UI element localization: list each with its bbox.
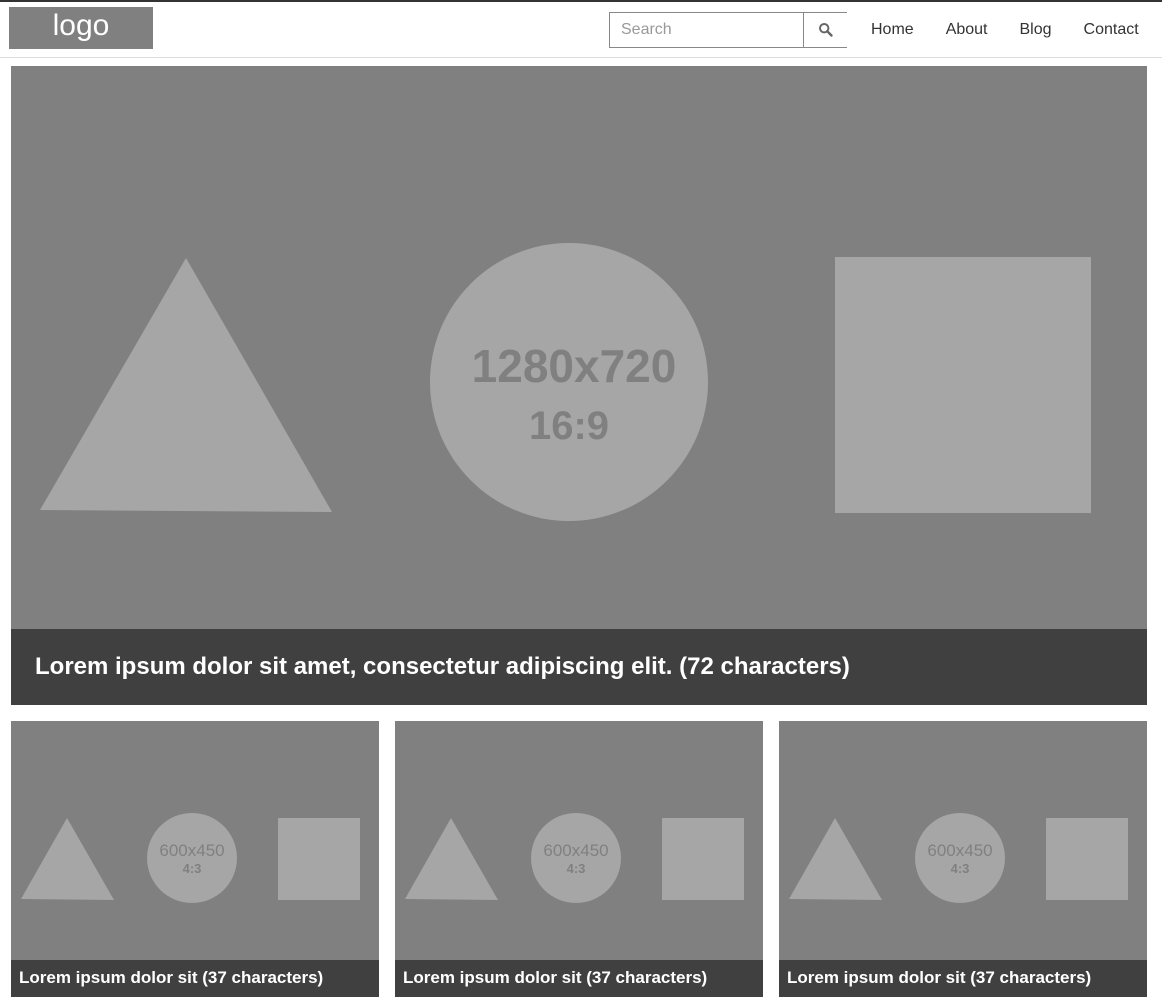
square-shape [1046, 818, 1128, 900]
square-shape [662, 818, 744, 900]
card-placeholder-ratio: 4:3 [183, 861, 202, 876]
hero-placeholder-image: 1280x720 16:9 [40, 243, 1091, 521]
card-placeholder-image: 600x450 4:3 [405, 813, 744, 903]
card-placeholder-image: 600x450 4:3 [789, 813, 1128, 903]
card-placeholder-ratio: 4:3 [951, 861, 970, 876]
search-button[interactable] [803, 12, 847, 48]
card-placeholder-ratio: 4:3 [567, 861, 586, 876]
card-1[interactable]: 600x450 4:3 Lorem ipsum dolor sit (37 ch… [11, 721, 379, 997]
logo[interactable]: logo [9, 7, 153, 49]
card-3[interactable]: 600x450 4:3 Lorem ipsum dolor sit (37 ch… [779, 721, 1147, 997]
nav-blog[interactable]: Blog [1004, 12, 1068, 48]
triangle-shape [40, 258, 332, 512]
card-placeholder-size: 600x450 [927, 841, 992, 860]
square-shape [278, 818, 360, 900]
card-2[interactable]: 600x450 4:3 Lorem ipsum dolor sit (37 ch… [395, 721, 763, 997]
nav-home[interactable]: Home [855, 12, 930, 48]
card-placeholder-size: 600x450 [543, 841, 608, 860]
hero-placeholder-ratio: 16:9 [529, 404, 609, 448]
hero-caption: Lorem ipsum dolor sit amet, consectetur … [11, 629, 1147, 705]
triangle-shape [405, 818, 498, 900]
triangle-shape [789, 818, 882, 900]
card-caption: Lorem ipsum dolor sit (37 characters) [779, 960, 1147, 997]
main-nav: Home About Blog Contact [855, 12, 1155, 48]
hero-placeholder-size: 1280x720 [472, 340, 677, 392]
search-icon [818, 23, 833, 37]
card-caption: Lorem ipsum dolor sit (37 characters) [11, 960, 379, 997]
search-input[interactable] [609, 12, 804, 48]
card-placeholder-image: 600x450 4:3 [21, 813, 360, 903]
nav-about[interactable]: About [930, 12, 1004, 48]
nav-contact[interactable]: Contact [1068, 12, 1155, 48]
site-header: logo Home About Blog Contact [0, 2, 1162, 58]
card-placeholder-size: 600x450 [159, 841, 224, 860]
triangle-shape [21, 818, 114, 900]
square-shape [835, 257, 1091, 513]
card-caption: Lorem ipsum dolor sit (37 characters) [395, 960, 763, 997]
hero-banner[interactable]: 1280x720 16:9 Lorem ipsum dolor sit amet… [11, 66, 1147, 705]
